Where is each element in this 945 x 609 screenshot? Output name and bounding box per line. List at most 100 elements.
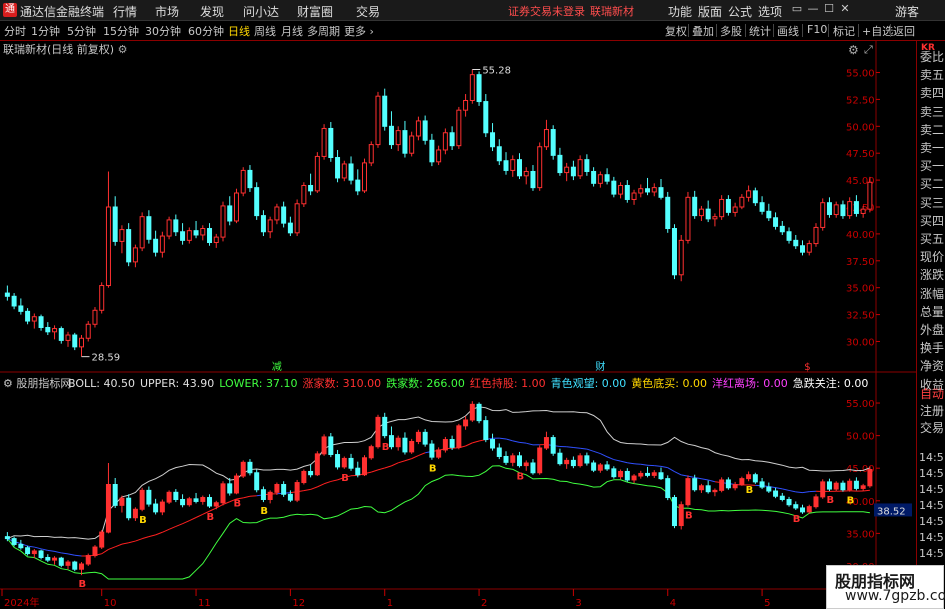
period-weekly[interactable]: 周线 [254,23,276,39]
tool-overlay[interactable]: 叠加 [692,23,714,39]
menu-ask[interactable]: 问小达 [243,3,279,20]
side-action-2[interactable]: 交易 [920,419,944,436]
boll-mid-line [27,545,35,548]
ind-candle-body [321,436,327,455]
ind-candle-body [153,503,159,513]
guest-label[interactable]: 游客 [895,3,919,20]
maximize-icon[interactable]: ☐ [822,2,836,16]
ind-candle-body [415,431,421,442]
candle-body [853,201,859,214]
boll-mid-line [593,450,601,455]
boll-mid-line [310,486,318,490]
candle-body [368,144,374,164]
candle-body [840,204,846,217]
ind-candle-body [78,563,84,570]
candle-body [355,179,361,192]
menu-discover[interactable]: 发现 [200,3,224,20]
tool-add-watchlist[interactable]: +自选 [862,23,893,39]
menu-market[interactable]: 市场 [155,3,179,20]
menu-wealth[interactable]: 财富圈 [297,3,333,20]
legend-item: 跌家数: 266.00 [386,377,465,390]
period-60min[interactable]: 60分钟 [188,23,224,39]
ind-candle-body [584,455,590,464]
candle-body [469,74,475,101]
buy-signal-marker: B [826,495,834,506]
candle-body [321,127,327,157]
side-action-0[interactable]: 自动 [920,385,944,402]
ind-candle-body [85,555,91,565]
ind-candle-body [645,472,651,476]
divider [858,24,859,37]
boll-mid-line [526,442,534,446]
ind-candle-body [105,484,111,533]
tool-adjust[interactable]: 复权 [665,23,687,39]
period-daily[interactable]: 日线 [228,23,250,39]
menu-formula[interactable]: 公式 [728,3,752,20]
ind-candle-body [58,557,64,566]
buy-signal-marker: B [516,472,524,483]
candle-body [867,181,873,210]
period-15min[interactable]: 15分钟 [103,23,139,39]
candle-body [746,190,752,198]
period-intraday[interactable]: 分时 [4,23,26,39]
tool-back[interactable]: 返回 [893,23,915,39]
period-monthly[interactable]: 月线 [281,23,303,39]
price-axis-label: 32.50 [846,311,875,322]
candle-body [294,203,300,234]
candle-body [173,219,179,233]
tool-stats[interactable]: 统计 [749,23,771,39]
tool-mark[interactable]: 标记 [833,23,855,39]
ind-candle-body [449,439,455,448]
restore-icon[interactable]: ▭ [790,2,804,16]
boll-mid-line [701,478,709,481]
period-toolbar: 分时 1分钟 5分钟 15分钟 30分钟 60分钟 日线 周线 月线 多周期 更… [0,21,945,41]
menu-trade[interactable]: 交易 [356,3,380,20]
ind-candle-body [638,472,644,477]
period-multi[interactable]: 多周期 [307,23,340,39]
close-icon[interactable]: ✕ [838,2,852,16]
candle-body [456,109,462,147]
price-axis-label: 52.50 [846,95,875,106]
side-field-label: 换手 [920,341,945,356]
indicator-toggle-icon[interactable]: ⚙ [3,377,13,390]
candle-body [153,238,159,253]
ind-candle-body [173,491,179,500]
menu-function[interactable]: 功能 [668,3,692,20]
boll-mid-line [674,471,682,476]
legend-item: LOWER: 37.10 [219,377,298,390]
legend-item: 洋红离场: 0.00 [712,377,788,390]
candle-body [267,219,273,233]
buy-signal-marker: B [685,511,693,522]
tool-multi-stock[interactable]: 多股 [720,23,742,39]
boll-mid-line [600,453,608,458]
ind-candle-body [45,556,51,561]
current-value-label: 38.52 [877,506,906,517]
ind-candle-body [220,483,226,504]
ind-candle-body [516,455,522,467]
boll-mid-line [573,446,581,449]
period-5min[interactable]: 5分钟 [67,23,96,39]
side-action-1[interactable]: 注册 [920,402,944,419]
candle-body [705,208,711,220]
ind-candle-body [611,468,617,478]
menu-options[interactable]: 选项 [758,3,782,20]
candle-body [604,174,610,182]
kline-chart[interactable]: 55.0052.5050.0047.5045.0042.5040.0037.50… [0,41,916,609]
side-field-label: 委比 [920,50,945,64]
tool-f10[interactable]: F10 [807,23,827,36]
candle-body [732,206,738,213]
menu-layout[interactable]: 版面 [698,3,722,20]
minimize-icon[interactable]: — [806,2,820,16]
ind-candle-body [341,457,347,468]
period-1min[interactable]: 1分钟 [31,23,60,39]
period-more[interactable]: 更多 › [344,23,374,39]
candle-body [58,328,64,341]
login-notice[interactable]: 证券交易未登录 [508,3,585,19]
tool-draw[interactable]: 画线 [777,23,799,39]
ind-candle-body [119,497,125,506]
ind-candle-body [739,478,745,486]
side-field-label: 买二 [920,177,945,192]
period-30min[interactable]: 30分钟 [145,23,181,39]
candle-body [577,159,583,177]
menu-quotes[interactable]: 行情 [113,3,137,20]
